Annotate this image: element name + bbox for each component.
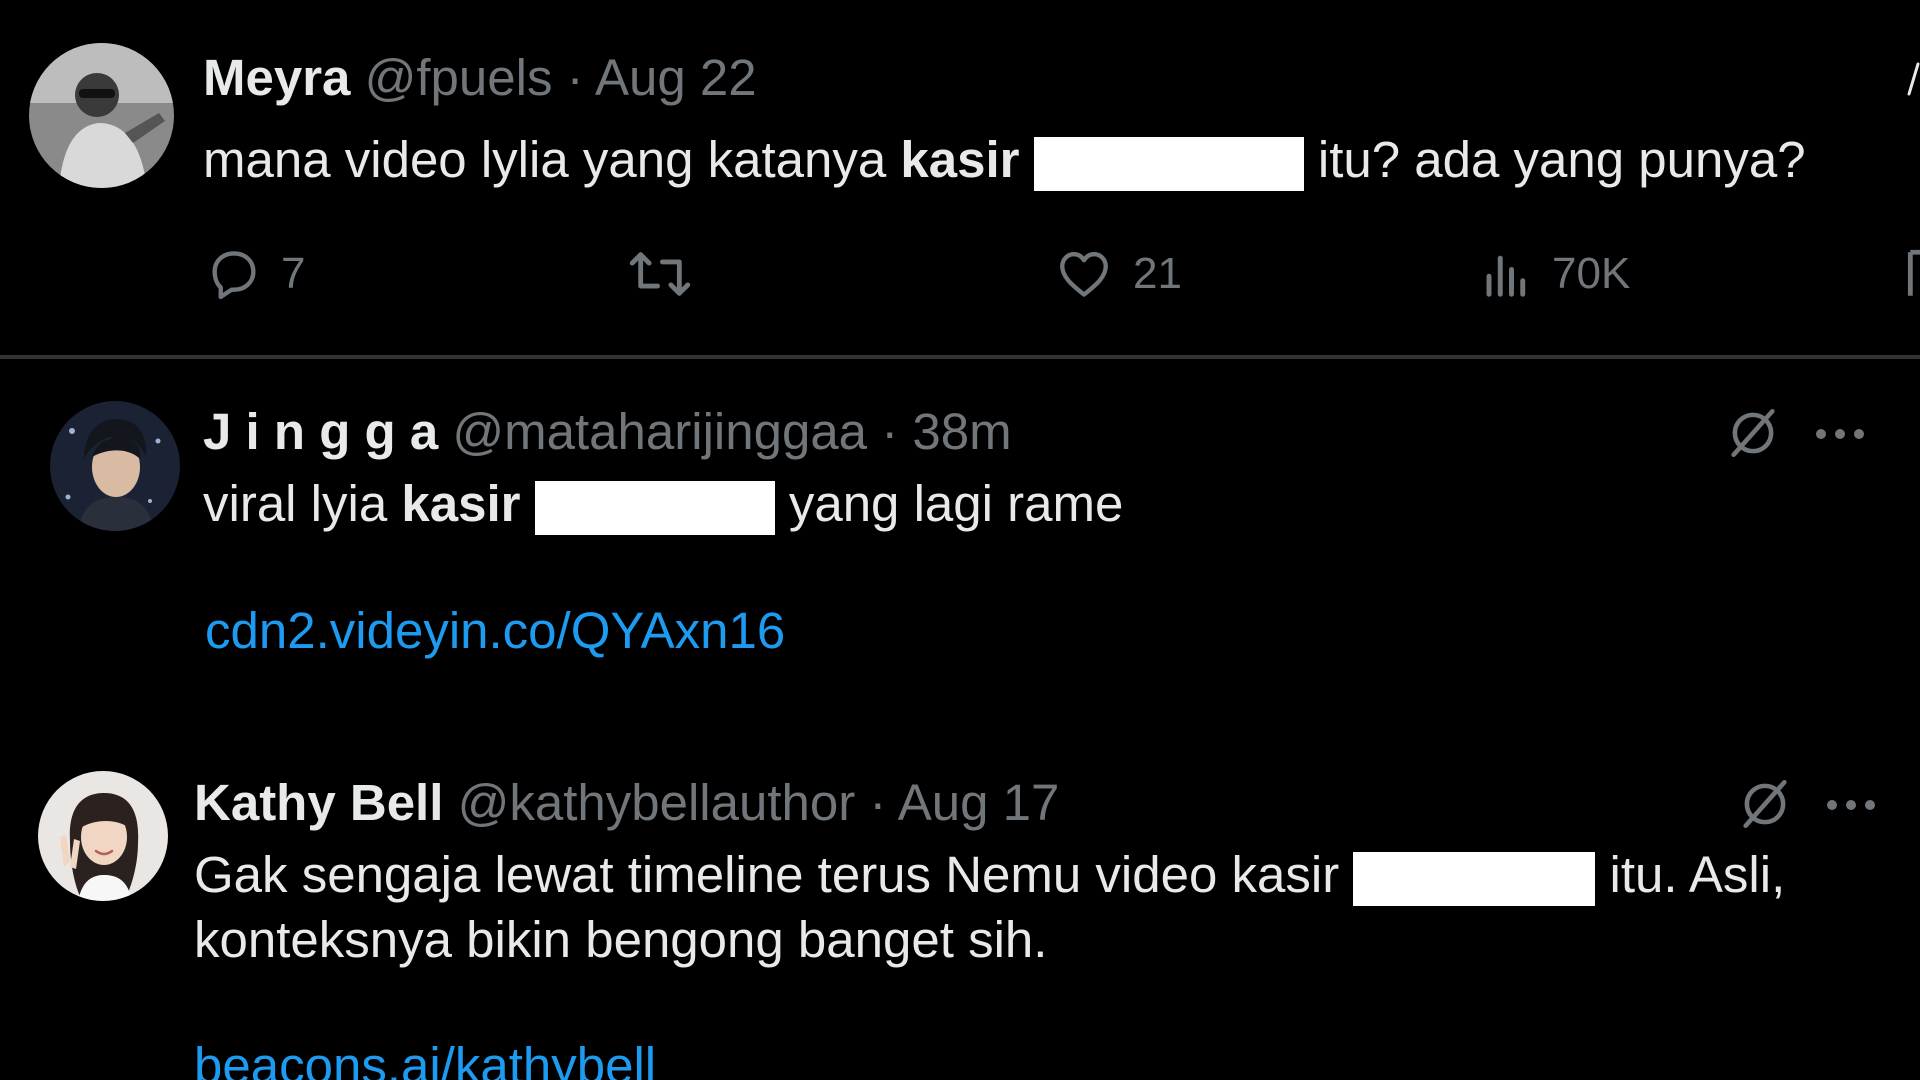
retweet-button[interactable]: [625, 245, 695, 303]
tweet-text-part: viral lyia: [203, 475, 388, 532]
tweet-text-bold: kasir: [900, 131, 1020, 188]
tweet-text-part: itu. Asli,: [1609, 846, 1786, 903]
tweet-link[interactable]: cdn2.videyin.co/QYAxn16: [205, 601, 785, 661]
bookmark-icon: [1907, 249, 1920, 296]
separator: ·: [869, 774, 887, 831]
display-name[interactable]: Kathy Bell: [194, 774, 443, 831]
more-icon[interactable]: [1906, 60, 1920, 100]
grok-icon: [1743, 779, 1787, 829]
more-button[interactable]: [1812, 410, 1868, 458]
display-name[interactable]: J i n g g a: [203, 403, 438, 460]
like-button[interactable]: 21: [1053, 245, 1182, 303]
timestamp[interactable]: Aug 22: [595, 49, 757, 106]
reply-count: 7: [281, 249, 306, 298]
views-count: 70K: [1552, 249, 1631, 298]
reply-button[interactable]: 7: [205, 245, 305, 303]
redaction-box: [1033, 136, 1304, 191]
user-avatar-icon: [50, 401, 180, 531]
grok-button[interactable]: [1722, 402, 1784, 464]
tweet-header: J i n g g a @mataharijinggaa · 38m: [203, 402, 1012, 462]
views-icon: [1486, 255, 1526, 297]
more-button[interactable]: [1823, 781, 1879, 829]
redaction-box: [534, 480, 775, 535]
avatar[interactable]: [38, 771, 168, 901]
tweet-link[interactable]: beacons.ai/kathybell: [194, 1036, 656, 1080]
tweet-text: mana video lylia yang katanya kasir itu?…: [203, 130, 1806, 191]
tweet-text-bold: kasir: [401, 475, 521, 532]
divider: [0, 355, 1920, 359]
tweet-header: Kathy Bell @kathybellauthor · Aug 17: [194, 773, 1059, 833]
user-avatar-icon: [38, 771, 168, 901]
tweet-header: Meyra @fpuels · Aug 22: [203, 48, 757, 108]
redaction-box: [1353, 851, 1596, 906]
like-count: 21: [1133, 249, 1182, 298]
user-avatar-icon: [29, 43, 174, 188]
more-icon: [1827, 800, 1875, 810]
timestamp[interactable]: Aug 17: [898, 774, 1060, 831]
views-button[interactable]: 70K: [1480, 245, 1630, 303]
user-handle[interactable]: @mataharijinggaa: [452, 403, 867, 460]
tweet-text-part: Gak sengaja lewat timeline terus Nemu vi…: [194, 846, 1340, 903]
tweet-text: Gak sengaja lewat timeline terus Nemu vi…: [194, 845, 1785, 906]
display-name[interactable]: Meyra: [203, 49, 350, 106]
more-icon: [1816, 429, 1864, 439]
tweet-text-part: itu? ada yang punya?: [1317, 131, 1806, 188]
tweet-text-part: yang lagi rame: [788, 475, 1124, 532]
grok-icon: [1731, 408, 1775, 458]
user-handle[interactable]: @fpuels: [365, 49, 553, 106]
user-handle[interactable]: @kathybellauthor: [458, 774, 856, 831]
edge-glyph-icon: [1907, 62, 1920, 96]
separator: ·: [881, 403, 899, 460]
avatar[interactable]: [29, 43, 174, 188]
retweet-icon: [629, 252, 691, 296]
grok-button[interactable]: [1734, 773, 1796, 835]
timestamp[interactable]: 38m: [912, 403, 1011, 460]
reply-icon: [212, 251, 256, 300]
tweet-text-part: mana video lylia yang katanya: [203, 131, 887, 188]
heart-icon: [1060, 252, 1108, 297]
timeline: Meyra @fpuels · Aug 22 mana video lylia …: [0, 0, 1920, 1080]
separator: ·: [566, 49, 584, 106]
avatar[interactable]: [50, 401, 180, 531]
bookmark-button[interactable]: [1905, 245, 1920, 303]
tweet-text-line-2: konteksnya bikin bengong banget sih.: [194, 911, 1048, 968]
tweet-text: viral lyia kasir yang lagi rame: [203, 474, 1123, 535]
